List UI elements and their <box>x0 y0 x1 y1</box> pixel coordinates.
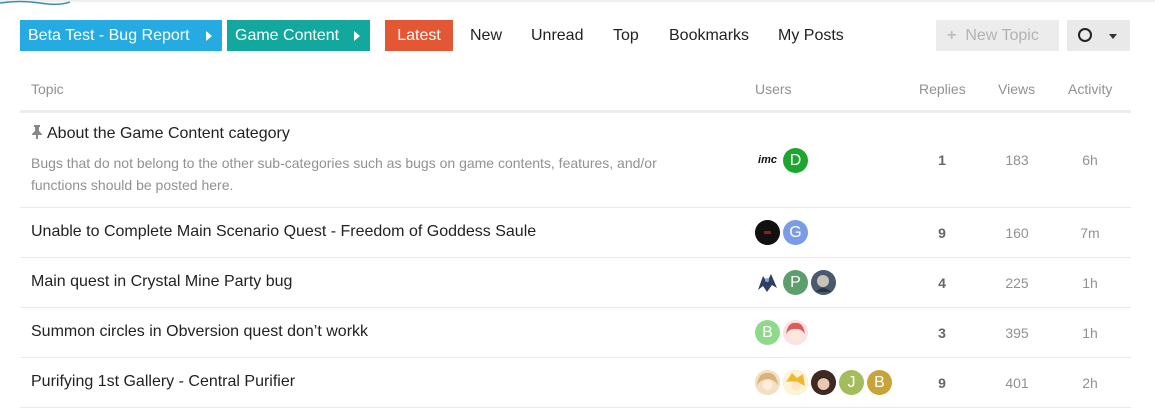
caret-right-icon <box>354 31 360 41</box>
chevron-down-icon <box>1109 34 1117 39</box>
reply-count[interactable]: 4 <box>922 275 962 291</box>
tab-new[interactable]: New <box>470 20 502 51</box>
avatar-image-icon <box>758 274 777 292</box>
last-activity[interactable]: 1h <box>1070 275 1110 291</box>
avatar[interactable]: B <box>867 370 892 395</box>
view-count: 225 <box>1005 275 1029 291</box>
avatar-image-icon <box>811 370 836 395</box>
table-row: About the Game Content category Bugs tha… <box>20 113 1131 208</box>
pin-icon <box>32 125 42 139</box>
character-avatar[interactable] <box>783 320 808 345</box>
avatar[interactable]: G <box>783 220 808 245</box>
last-activity[interactable]: 7m <box>1070 225 1110 241</box>
avatar-text: imc <box>758 154 777 166</box>
avatar-letter: J <box>847 374 856 391</box>
topic-excerpt: Bugs that do not belong to the other sub… <box>31 155 657 193</box>
avatar-image-icon <box>783 370 808 395</box>
avatar[interactable]: J <box>839 370 864 395</box>
reply-count[interactable]: 1 <box>922 152 962 168</box>
column-header-users: Users <box>755 81 792 97</box>
notification-level-dropdown[interactable] <box>1067 20 1130 51</box>
avatar-letter: B <box>874 374 885 391</box>
view-count: 395 <box>1005 325 1029 341</box>
reply-count[interactable]: 9 <box>922 225 962 241</box>
column-header-topic[interactable]: Topic <box>31 81 64 97</box>
topic-title[interactable]: Summon circles in Obversion quest don’t … <box>31 323 368 341</box>
topic-title[interactable]: Main quest in Crystal Mine Party bug <box>31 273 292 291</box>
last-activity[interactable]: 2h <box>1070 375 1110 391</box>
character-avatar[interactable] <box>755 370 780 395</box>
avatar-letter: G <box>789 224 802 241</box>
avatar[interactable]: P <box>783 270 808 295</box>
dark-avatar[interactable] <box>755 220 780 245</box>
table-row: Purifying 1st Gallery - Central Purifier <box>20 358 1131 408</box>
avatar-letter: P <box>790 274 801 291</box>
character-avatar[interactable] <box>811 370 836 395</box>
circle-icon <box>1078 28 1092 42</box>
table-row: Main quest in Crystal Mine Party bug P 4… <box>20 258 1131 308</box>
character-avatar[interactable] <box>811 270 836 295</box>
avatar-letter: B <box>762 324 773 341</box>
new-topic-label: New Topic <box>965 27 1039 44</box>
reply-count[interactable]: 3 <box>922 325 962 341</box>
new-topic-button[interactable]: + New Topic <box>936 20 1059 51</box>
character-avatar[interactable] <box>755 270 780 295</box>
caret-right-icon <box>206 31 212 41</box>
topic-title[interactable]: About the Game Content category <box>31 125 290 143</box>
header-decoration <box>0 0 70 6</box>
avatar-image-icon <box>811 270 836 295</box>
topic-title[interactable]: Unable to Complete Main Scenario Quest -… <box>31 223 536 241</box>
view-count: 160 <box>1005 225 1029 241</box>
top-border <box>0 0 1155 2</box>
table-row: Summon circles in Obversion quest don’t … <box>20 308 1131 358</box>
avatar-image-icon <box>783 320 808 345</box>
tab-top[interactable]: Top <box>613 20 639 51</box>
tab-unread[interactable]: Unread <box>531 20 583 51</box>
view-count: 183 <box>1005 152 1029 168</box>
navigation-bar: Beta Test - Bug Report Game Content Late… <box>20 20 1131 51</box>
column-header-views[interactable]: Views <box>998 81 1035 97</box>
column-header-replies[interactable]: Replies <box>919 81 966 97</box>
avatar-image-icon <box>755 220 780 245</box>
tab-my-posts[interactable]: My Posts <box>778 20 844 51</box>
view-count: 401 <box>1005 375 1029 391</box>
reply-count[interactable]: 9 <box>922 375 962 391</box>
imc-logo-avatar[interactable]: imc <box>755 148 780 173</box>
topic-list-header: Topic Users Replies Views Activity <box>20 70 1131 113</box>
column-header-activity[interactable]: Activity <box>1068 81 1112 97</box>
tab-bookmarks[interactable]: Bookmarks <box>669 20 749 51</box>
character-avatar[interactable] <box>783 370 808 395</box>
plus-icon: + <box>947 27 957 44</box>
tab-latest[interactable]: Latest <box>385 20 453 51</box>
category-label: Game Content <box>235 27 340 44</box>
category-label: Beta Test - Bug Report <box>28 27 190 44</box>
topic-title[interactable]: Purifying 1st Gallery - Central Purifier <box>31 373 295 391</box>
category-breadcrumb-beta-test[interactable]: Beta Test - Bug Report <box>20 20 222 51</box>
avatar-image-icon <box>755 370 780 395</box>
last-activity[interactable]: 6h <box>1070 152 1110 168</box>
avatar[interactable]: D <box>783 148 808 173</box>
last-activity[interactable]: 1h <box>1070 325 1110 341</box>
category-breadcrumb-game-content[interactable]: Game Content <box>227 20 370 51</box>
topic-title-text: About the Game Content category <box>47 125 290 142</box>
avatar-letter: D <box>789 152 802 169</box>
avatar[interactable]: B <box>755 320 780 345</box>
table-row: Unable to Complete Main Scenario Quest -… <box>20 208 1131 258</box>
